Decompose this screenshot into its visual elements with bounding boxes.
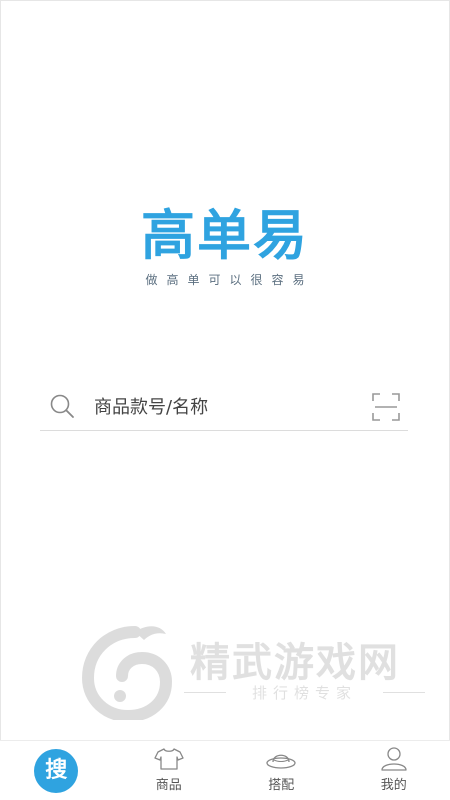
- scan-icon[interactable]: [372, 393, 400, 421]
- tab-profile[interactable]: 我的: [338, 741, 450, 800]
- watermark: 精武游戏网 排行榜专家: [80, 612, 425, 722]
- tshirt-icon: [154, 748, 184, 770]
- watermark-logo-icon: [81, 626, 173, 720]
- watermark-subtitle: 排行榜专家: [184, 682, 425, 703]
- bottom-tab-bar: 搜 商品 搭配 我的: [0, 740, 450, 800]
- brand-logo: 高单易 做高单可以很容易: [0, 205, 450, 288]
- tab-products[interactable]: 商品: [113, 741, 226, 800]
- search-bar: [40, 384, 408, 431]
- brand-title: 高单易: [141, 204, 309, 267]
- search-icon: [50, 394, 74, 418]
- tab-label-profile: 我的: [380, 778, 407, 793]
- hat-icon: [266, 754, 296, 769]
- search-badge-icon[interactable]: 搜: [34, 749, 79, 793]
- tab-outfits[interactable]: 搭配: [225, 741, 338, 800]
- search-input[interactable]: [94, 390, 354, 424]
- tab-search[interactable]: 搜: [0, 741, 113, 800]
- tab-label-outfits: 搭配: [268, 778, 295, 793]
- tab-label-products: 商品: [155, 778, 182, 793]
- watermark-title: 精武游戏网: [190, 640, 400, 686]
- brand-tagline: 做高单可以很容易: [145, 273, 314, 287]
- person-icon: [381, 747, 407, 771]
